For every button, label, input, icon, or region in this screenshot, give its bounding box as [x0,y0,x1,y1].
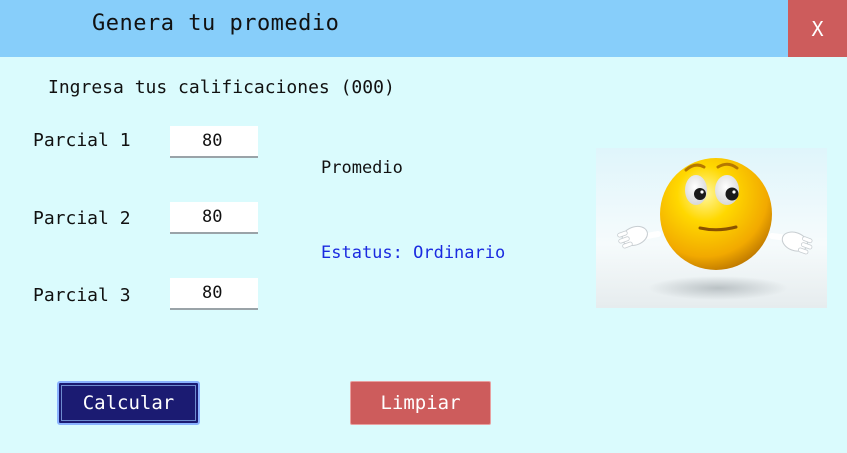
parcial-3-label: Parcial 3 [33,285,131,306]
parcial-2-label: Parcial 2 [33,208,131,229]
instructions-label: Ingresa tus calificaciones (000) [48,77,395,98]
emoji-shrug-icon [617,158,813,300]
app-window: Genera tu promedio X Ingresa tus calific… [0,0,847,453]
close-button[interactable]: X [788,0,847,57]
parcial-2-input[interactable] [170,202,258,234]
average-label: Promedio [321,158,403,178]
clear-button[interactable]: Limpiar [350,381,491,425]
window-title: Genera tu promedio [92,11,340,36]
title-bar: Genera tu promedio X [0,0,847,57]
emoji-image [596,148,827,308]
status-label: Estatus: Ordinario [321,243,506,263]
parcial-1-label: Parcial 1 [33,130,131,151]
parcial-1-input[interactable] [170,126,258,158]
parcial-3-input[interactable] [170,278,258,310]
calculate-button[interactable]: Calcular [57,381,200,425]
